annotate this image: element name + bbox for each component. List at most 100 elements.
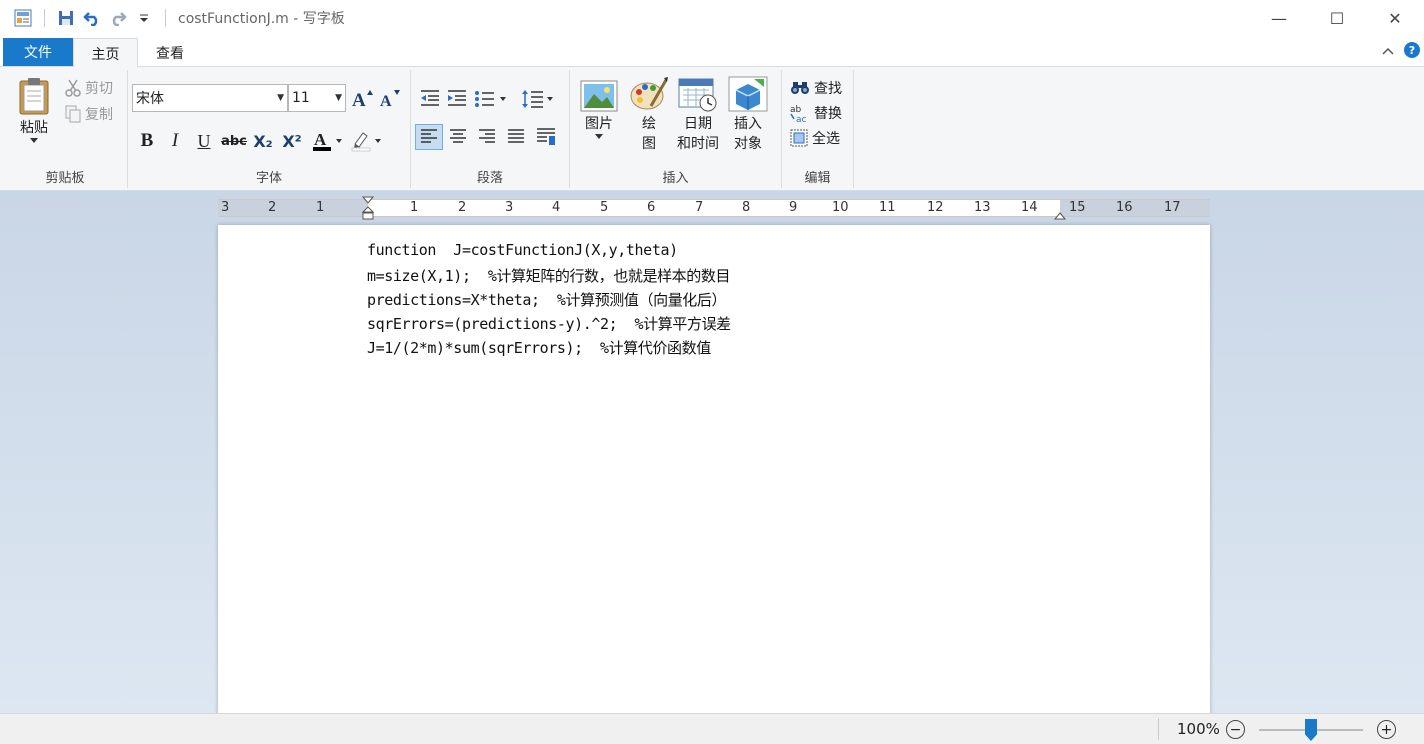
title-bar: costFunctionJ.m - 写字板 — ☐ ✕ — [0, 0, 1424, 36]
help-icon[interactable]: ? — [1404, 42, 1420, 58]
insert-object-label-1: 插入 — [734, 116, 762, 132]
separator — [165, 9, 166, 27]
separator — [44, 9, 45, 27]
paint-label-2: 图 — [642, 136, 656, 152]
minimize-button[interactable]: — — [1250, 0, 1308, 36]
document-page[interactable]: function J=costFunctionJ(X,y,theta) m=si… — [218, 225, 1210, 725]
paste-label: 粘贴 — [20, 120, 48, 136]
document-line: predictions=X*theta; %计算预测值（向量化后） — [367, 291, 727, 309]
underline-button[interactable]: U — [191, 129, 217, 153]
select-all-label: 全选 — [812, 131, 840, 147]
replace-button[interactable]: ab ac 替换 — [790, 102, 842, 124]
decrease-indent-button[interactable] — [416, 86, 444, 112]
align-right-button[interactable] — [473, 124, 501, 150]
line-spacing-icon — [522, 90, 553, 108]
grow-font-button[interactable]: A — [350, 86, 376, 110]
align-left-icon — [421, 129, 437, 143]
subscript-button[interactable]: X₂ — [250, 129, 276, 153]
first-line-indent-marker[interactable] — [361, 196, 375, 224]
bold-button[interactable]: B — [134, 129, 160, 153]
tab-view[interactable]: 查看 — [140, 38, 200, 68]
paragraph-settings-button[interactable] — [532, 124, 560, 150]
close-button[interactable]: ✕ — [1366, 0, 1424, 36]
zoom-out-button[interactable]: − — [1226, 720, 1245, 739]
highlight-color-button[interactable] — [350, 129, 386, 153]
paint-drawing-button[interactable]: 绘 图 — [628, 76, 670, 154]
cut-button[interactable]: 剪切 — [65, 77, 113, 99]
ruler-label: 2 — [458, 200, 467, 215]
ruler-label: 1 — [316, 200, 325, 215]
ruler-left-margin — [218, 200, 368, 216]
paste-button[interactable]: 粘贴 — [13, 76, 55, 144]
increase-indent-icon — [448, 90, 466, 106]
app-icon[interactable] — [10, 5, 36, 31]
increase-indent-button[interactable] — [443, 86, 471, 112]
copy-icon — [65, 105, 81, 123]
shrink-font-button[interactable]: A — [377, 86, 403, 110]
editing-group: 查找 ab ac 替换 全选 编辑 — [782, 70, 854, 188]
svg-text:A: A — [314, 130, 327, 149]
tab-home[interactable]: 主页 — [73, 38, 138, 68]
replace-label: 替换 — [814, 106, 842, 122]
clipboard-group: 粘贴 剪切 复制 剪贴板 — [3, 70, 128, 188]
window-title: costFunctionJ.m - 写字板 — [178, 11, 345, 27]
ruler-label: 3 — [221, 200, 230, 215]
align-left-button[interactable] — [415, 124, 443, 150]
maximize-button[interactable]: ☐ — [1308, 0, 1366, 36]
ruler-label: 9 — [789, 200, 798, 215]
chevron-down-icon — [595, 134, 603, 139]
font-color-icon: A — [313, 130, 342, 151]
ruler[interactable]: 3 2 1 1 2 3 4 5 6 7 8 9 10 11 12 13 14 1… — [218, 196, 1210, 220]
svg-text:A: A — [352, 90, 366, 108]
date-time-label-2: 和时间 — [677, 136, 719, 152]
select-all-icon — [790, 129, 808, 147]
zoom-in-button[interactable]: + — [1377, 720, 1396, 739]
copy-button[interactable]: 复制 — [65, 103, 113, 125]
find-button[interactable]: 查找 — [790, 77, 842, 99]
collapse-ribbon-icon[interactable] — [1382, 44, 1394, 58]
redo-icon[interactable] — [105, 5, 131, 31]
ruler-label: 8 — [742, 200, 751, 215]
calendar-clock-icon — [678, 78, 717, 112]
font-family-select[interactable]: 宋体 ▼ — [132, 84, 288, 112]
font-size-select[interactable]: 11 ▼ — [288, 84, 346, 112]
tab-file[interactable]: 文件 — [3, 38, 73, 66]
ruler-label: 11 — [879, 200, 896, 215]
font-size-value: 11 — [292, 90, 310, 106]
zoom-slider-thumb[interactable] — [1305, 719, 1317, 741]
ruler-label: 6 — [647, 200, 656, 215]
date-time-button[interactable]: 日期 和时间 — [672, 76, 724, 154]
strikethrough-button[interactable]: abc — [221, 129, 247, 153]
customize-toolbar-icon[interactable] — [131, 5, 157, 31]
decrease-indent-icon — [421, 90, 439, 106]
ruler-label: 7 — [695, 200, 704, 215]
clipboard-group-label: 剪贴板 — [45, 171, 85, 186]
ribbon-tabs: 文件 主页 查看 ? — [0, 36, 1424, 68]
document-line: function J=costFunctionJ(X,y,theta) — [367, 241, 678, 259]
binoculars-icon — [791, 82, 809, 94]
paragraph-dialog-icon — [537, 128, 555, 145]
bullets-button[interactable] — [473, 86, 511, 112]
line-spacing-button[interactable] — [519, 86, 559, 112]
right-indent-marker[interactable] — [1053, 209, 1067, 225]
save-icon[interactable] — [53, 5, 79, 31]
ruler-label: 15 — [1069, 200, 1086, 215]
font-group-label: 字体 — [255, 171, 282, 186]
italic-button[interactable]: I — [162, 129, 188, 153]
svg-text:A: A — [380, 93, 392, 108]
font-group: 宋体 ▼ 11 ▼ A A B I U abc X₂ X² A 字体 — [128, 70, 411, 188]
grow-font-icon: A — [352, 90, 373, 108]
ruler-label: 2 — [268, 200, 277, 215]
ruler-label: 3 — [505, 200, 514, 215]
paragraph-group-label: 段落 — [476, 171, 503, 186]
ruler-label: 17 — [1164, 200, 1181, 215]
align-center-button[interactable] — [444, 124, 472, 150]
insert-object-button[interactable]: 插入 对象 — [725, 76, 771, 154]
superscript-button[interactable]: X² — [279, 129, 305, 153]
select-all-button[interactable]: 全选 — [790, 127, 840, 149]
insert-picture-button[interactable]: 图片 — [578, 80, 620, 140]
undo-icon[interactable] — [79, 5, 105, 31]
justify-button[interactable] — [502, 124, 530, 150]
ruler-label: 12 — [927, 200, 944, 215]
font-color-button[interactable]: A — [311, 129, 347, 153]
